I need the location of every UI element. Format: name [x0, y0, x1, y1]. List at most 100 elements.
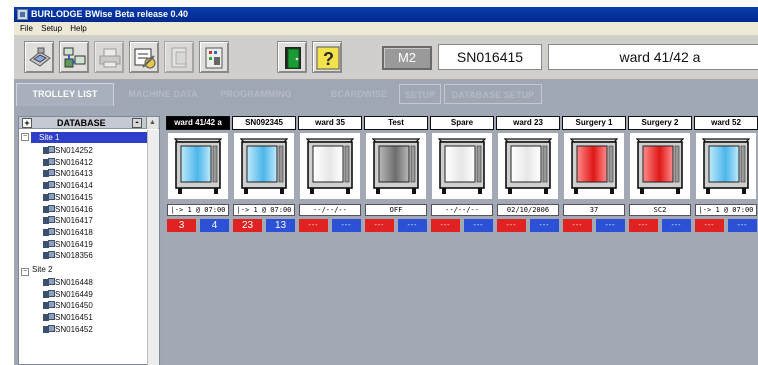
tree-device-item[interactable]: SN016417 — [43, 215, 93, 226]
trolley-card[interactable]: ward 23 02/10/2006 --- --- — [496, 116, 560, 238]
blue-counter: --- — [596, 219, 625, 232]
trolley-card[interactable]: SN092345 |-> 1 @ 07:00 23 13 — [232, 116, 296, 238]
tree-device-item[interactable]: SN016413 — [43, 168, 93, 179]
document-icon — [171, 47, 187, 68]
device-serial-label: SN016416 — [55, 204, 93, 214]
tab-bcardwise[interactable]: BCARDWISE — [320, 84, 398, 104]
tab-bar: TROLLEY LIST MACHINE DATA PROGRAMMING BC… — [14, 80, 758, 106]
tab-machine-data[interactable]: MACHINE DATA — [118, 84, 208, 104]
trolley-cabinet-icon — [570, 138, 618, 194]
trolley-name[interactable]: ward 41/42 a — [166, 116, 230, 130]
trolley-card[interactable]: ward 41/42 a |-> 1 @ 07:00 3 4 — [166, 116, 230, 238]
device-icon — [43, 227, 55, 236]
collapse-all-button[interactable]: - — [132, 118, 142, 128]
trolley-image[interactable] — [168, 133, 228, 199]
trolley-image[interactable] — [564, 133, 624, 199]
tab-programming[interactable]: PROGRAMMING — [212, 84, 300, 104]
device-icon — [43, 181, 55, 190]
collapse-toggle-icon[interactable]: − — [21, 133, 29, 141]
tree-site-2[interactable]: − Site 2 — [21, 264, 52, 276]
expand-all-button[interactable]: + — [22, 118, 32, 128]
trolley-name[interactable]: ward 23 — [496, 116, 560, 130]
trolley-name[interactable]: Surgery 2 — [628, 116, 692, 130]
device-icon — [43, 251, 55, 260]
device-serial-label: SN016413 — [55, 169, 93, 179]
menu-help[interactable]: Help — [70, 24, 86, 33]
trolley-image[interactable] — [234, 133, 294, 199]
trolley-name[interactable]: SN092345 — [232, 116, 296, 130]
tab-trolley-list[interactable]: TROLLEY LIST — [16, 83, 114, 106]
device-icon — [43, 289, 55, 298]
tree-device-item[interactable]: SN016412 — [43, 157, 93, 168]
device-serial-label: SN016448 — [55, 278, 93, 287]
ward-name-display: ward 41/42 a — [548, 44, 758, 70]
trolley-card[interactable]: ward 35 --/--/-- --- --- — [298, 116, 362, 238]
help-icon: ? — [316, 46, 340, 70]
blue-counter: 4 — [200, 219, 229, 232]
tree-device-item[interactable]: SN018356 — [43, 250, 93, 261]
device-serial-label: SN014252 — [55, 146, 93, 155]
tree-device-item[interactable]: SN016416 — [43, 204, 93, 215]
menu-file[interactable]: File — [20, 24, 33, 33]
trolley-card[interactable]: Test OFF --- --- — [364, 116, 428, 238]
trolley-card[interactable]: ward 52 |-> 1 @ 07:00 --- --- — [694, 116, 758, 238]
trolley-image[interactable] — [498, 133, 558, 199]
trolley-cabinet-icon — [372, 138, 420, 194]
tree-device-item[interactable]: SN016451 — [43, 312, 93, 323]
tree-body: − Site 1 SN014252 SN016412 SN016413 SN016414 S… — [19, 130, 149, 365]
device-serial-label: SN016452 — [55, 324, 93, 334]
trolley-image[interactable] — [696, 133, 756, 199]
trolley-card[interactable]: Surgery 1 37 --- --- — [562, 116, 626, 238]
card-button[interactable] — [199, 41, 229, 73]
tree-device-item[interactable]: SN014252 — [43, 145, 93, 156]
tree-scrollbar[interactable] — [147, 130, 159, 365]
device-icon — [43, 216, 55, 225]
tree-device-item[interactable]: SN016448 — [43, 277, 93, 288]
trolley-name[interactable]: Surgery 1 — [562, 116, 626, 130]
tree-device-item[interactable]: SN016452 — [43, 324, 93, 335]
exit-button[interactable] — [277, 41, 307, 73]
print-button[interactable] — [94, 41, 124, 73]
tree-device-item[interactable]: SN016450 — [43, 300, 93, 311]
machine-button[interactable] — [24, 41, 54, 73]
tree-device-item[interactable]: SN016414 — [43, 180, 93, 191]
tree-site-label: Site 1 — [39, 133, 60, 142]
trolley-image[interactable] — [366, 133, 426, 199]
tree-site-1[interactable]: − Site 1 — [21, 132, 149, 143]
trolley-card[interactable]: Surgery 2 SC2 --- --- — [628, 116, 692, 238]
device-icon — [43, 278, 55, 286]
blue-counter: --- — [332, 219, 361, 232]
tree-device-item[interactable]: SN016415 — [43, 192, 93, 203]
scroll-up-arrow-icon[interactable]: ▲ — [146, 117, 158, 129]
menu-setup[interactable]: Setup — [41, 24, 62, 33]
tree-device-item[interactable]: SN016449 — [43, 289, 93, 300]
trolley-image[interactable] — [432, 133, 492, 199]
tab-setup[interactable]: SETUP — [399, 84, 441, 104]
trolley-status: SC2 — [629, 204, 691, 216]
trolley-name[interactable]: Test — [364, 116, 428, 130]
network-button[interactable] — [59, 41, 89, 73]
tab-database-setup[interactable]: DATABASE SETUP — [444, 84, 542, 104]
trolley-status: --/--/-- — [431, 204, 493, 216]
window-title: BURLODGE BWise Beta release 0.40 — [31, 9, 188, 19]
device-icon — [43, 204, 55, 213]
device-serial-label: SN016415 — [55, 192, 93, 202]
blue-counter: --- — [662, 219, 691, 232]
trolley-card[interactable]: Spare --/--/-- --- --- — [430, 116, 494, 238]
settings-button[interactable] — [129, 41, 159, 73]
title-bar: BURLODGE BWise Beta release 0.40 — [14, 7, 758, 22]
device-icon — [43, 313, 55, 322]
trolley-image[interactable] — [300, 133, 360, 199]
collapse-toggle-icon[interactable]: − — [21, 268, 29, 276]
trolley-image[interactable] — [630, 133, 690, 199]
tree-device-item[interactable]: SN016418 — [43, 227, 93, 238]
svg-text:?: ? — [323, 49, 334, 69]
device-icon — [43, 169, 55, 178]
trolley-name[interactable]: ward 52 — [694, 116, 758, 130]
help-button[interactable]: ? — [312, 41, 342, 73]
machine-code-display: M2 — [382, 46, 432, 70]
trolley-name[interactable]: ward 35 — [298, 116, 362, 130]
document-button[interactable] — [164, 41, 194, 73]
trolley-name[interactable]: Spare — [430, 116, 494, 130]
tree-device-item[interactable]: SN016419 — [43, 239, 93, 250]
